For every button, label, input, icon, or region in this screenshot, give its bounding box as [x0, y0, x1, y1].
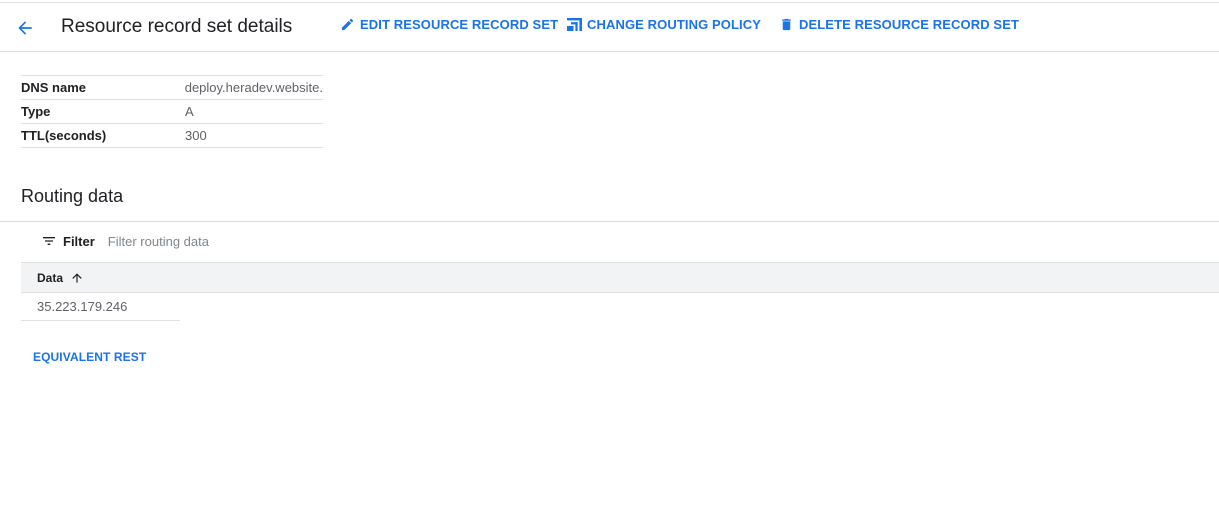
- back-button[interactable]: [12, 15, 38, 41]
- change-routing-policy-button[interactable]: CHANGE ROUTING POLICY: [567, 17, 761, 32]
- trash-icon: [779, 17, 794, 32]
- filter-bar: Filter: [41, 233, 408, 249]
- arrow-back-icon: [15, 18, 35, 38]
- filter-icon[interactable]: [41, 233, 57, 249]
- change-routing-policy-label: CHANGE ROUTING POLICY: [587, 17, 761, 32]
- record-details-table: DNS name deploy.heradev.website. Type A …: [21, 75, 323, 148]
- column-header-data[interactable]: Data: [37, 271, 84, 285]
- edit-record-set-label: EDIT RESOURCE RECORD SET: [360, 17, 559, 32]
- detail-row-ttl: TTL(seconds) 300: [21, 124, 323, 148]
- page-title: Resource record set details: [61, 16, 293, 37]
- column-header-label: Data: [37, 270, 64, 285]
- detail-value: A: [185, 104, 194, 119]
- equivalent-rest-link[interactable]: EQUIVALENT REST: [33, 350, 146, 364]
- detail-key: DNS name: [21, 80, 87, 95]
- delete-record-set-button[interactable]: DELETE RESOURCE RECORD SET: [779, 17, 1019, 32]
- table-cell-data: 35.223.179.246: [37, 298, 128, 314]
- routing-policy-icon: [567, 17, 582, 32]
- table-row: 35.223.179.246: [21, 292, 180, 321]
- detail-row-type: Type A: [21, 100, 323, 124]
- edit-record-set-button[interactable]: EDIT RESOURCE RECORD SET: [340, 17, 558, 32]
- table-header: Data: [21, 262, 1219, 293]
- detail-key: Type: [21, 104, 51, 119]
- sort-ascending-icon[interactable]: [70, 271, 84, 285]
- detail-key: TTL(seconds): [21, 128, 107, 143]
- delete-record-set-label: DELETE RESOURCE RECORD SET: [799, 17, 1020, 32]
- pencil-icon: [340, 17, 355, 32]
- filter-input[interactable]: [107, 233, 408, 249]
- filter-label[interactable]: Filter: [63, 234, 95, 249]
- routing-data-heading: Routing data: [21, 186, 124, 206]
- detail-value: 300: [185, 128, 207, 143]
- divider: [0, 221, 1219, 222]
- detail-value: deploy.heradev.website.: [184, 80, 323, 95]
- detail-row-dns-name: DNS name deploy.heradev.website.: [21, 76, 323, 100]
- page-header: Resource record set details EDIT RESOURC…: [0, 3, 1219, 52]
